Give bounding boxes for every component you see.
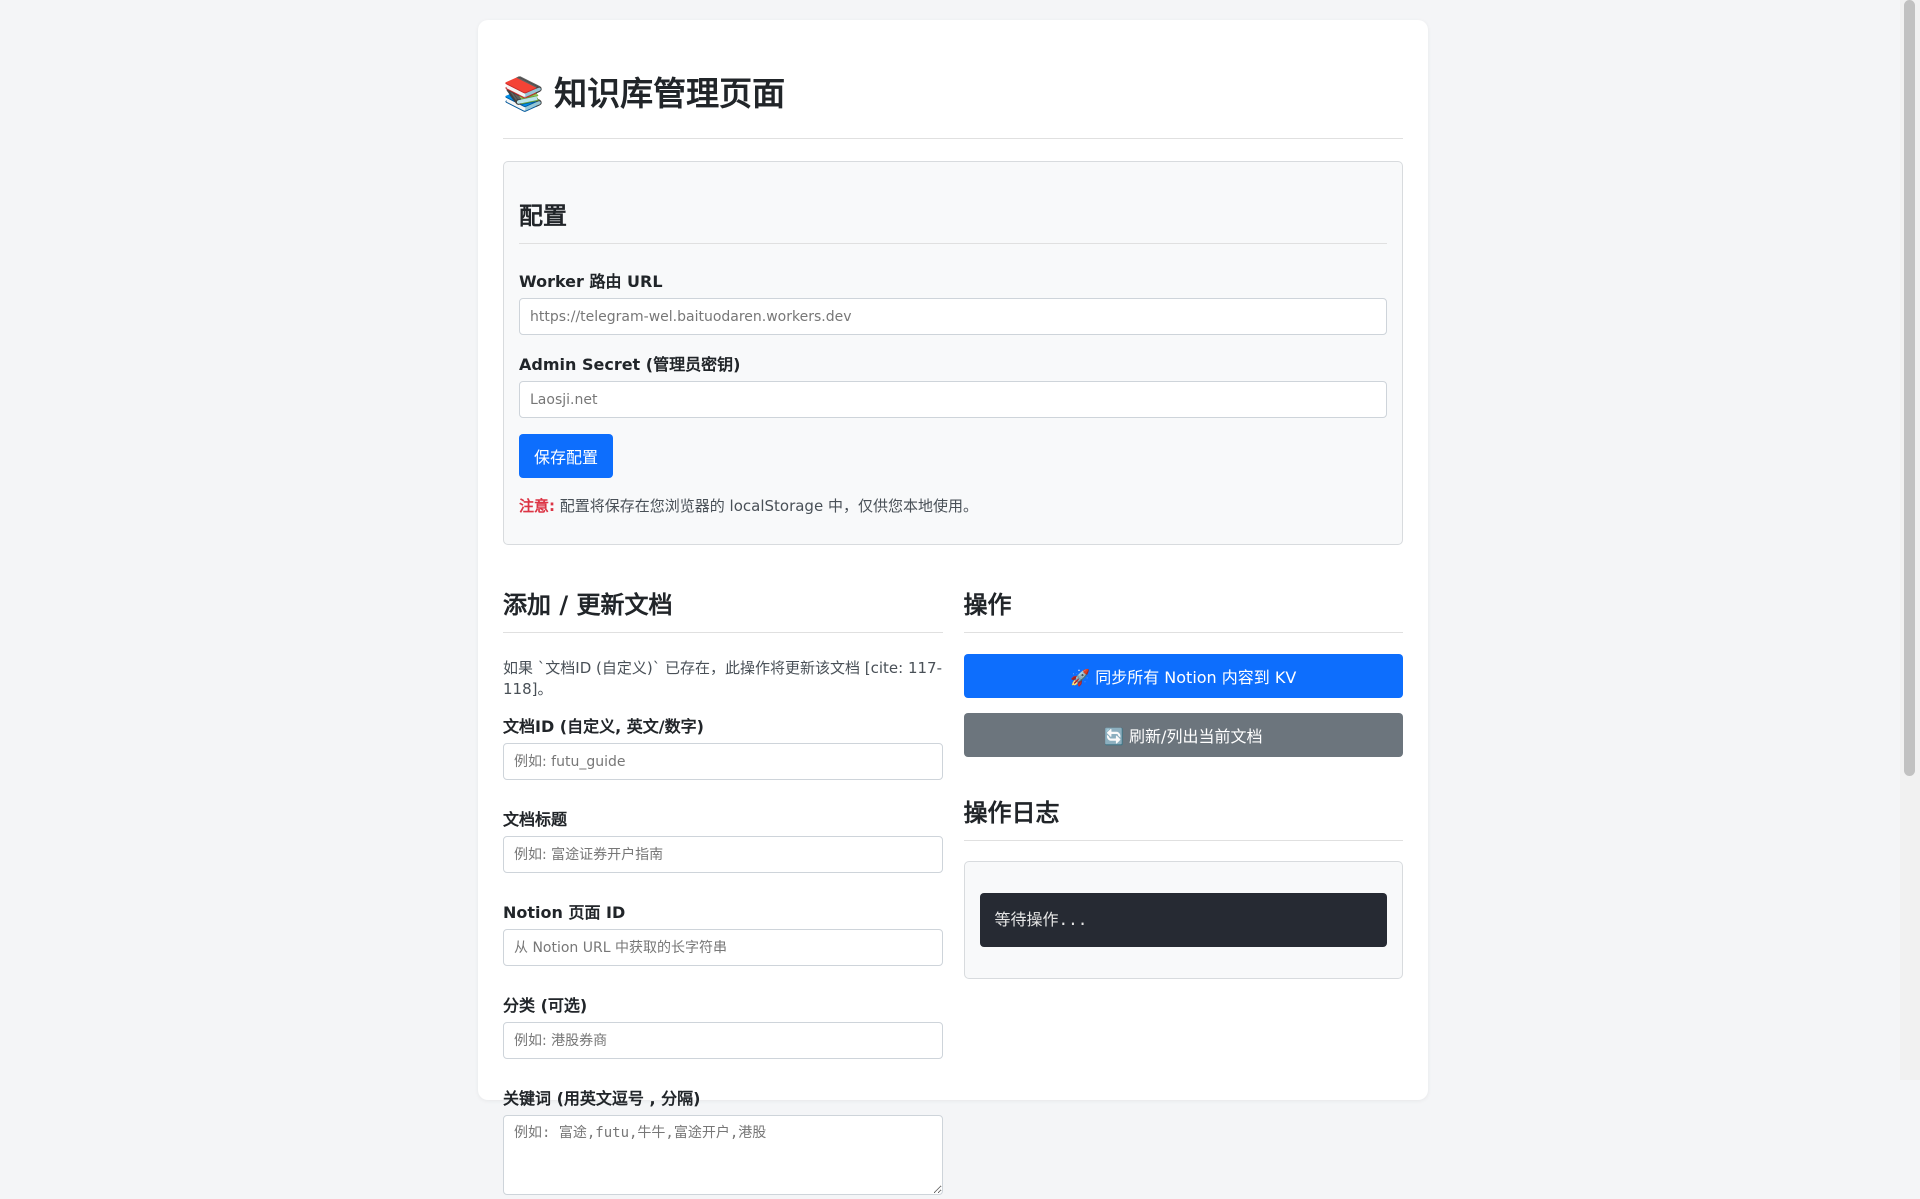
config-note: 注意: 配置将保存在您浏览器的 localStorage 中，仅供您本地使用。 xyxy=(519,495,1387,516)
worker-url-input[interactable] xyxy=(519,298,1387,335)
keywords-textarea[interactable] xyxy=(503,1115,943,1195)
scrollbar-thumb[interactable] xyxy=(1904,0,1915,776)
page-title: 📚 知识库管理页面 xyxy=(503,68,1403,120)
log-panel: 等待操作... xyxy=(963,861,1403,979)
config-panel: 配置 Worker 路由 URL Admin Secret (管理员密钥) 保存… xyxy=(503,161,1403,545)
note-label: 注意: xyxy=(519,497,555,515)
admin-secret-input[interactable] xyxy=(519,381,1387,418)
doc-form-description: 如果 `文档ID (自定义)` 已存在，此操作将更新该文档 [cite: 117… xyxy=(503,659,942,698)
log-output: 等待操作... xyxy=(979,893,1387,947)
save-config-button[interactable]: 保存配置 xyxy=(519,434,614,478)
keywords-label: 关键词 (用英文逗号 , 分隔) xyxy=(503,1089,701,1108)
refresh-docs-button[interactable]: 🔄 刷新/列出当前文档 xyxy=(963,713,1403,757)
doc-form-column: 添加 / 更新文档 如果 `文档ID (自定义)` 已存在，此操作将更新该文档 … xyxy=(503,585,943,1199)
doc-form-heading: 添加 / 更新文档 xyxy=(503,585,943,633)
doc-id-input[interactable] xyxy=(503,743,943,780)
config-heading: 配置 xyxy=(519,196,1387,244)
actions-column: 操作 🚀 同步所有 Notion 内容到 KV 🔄 刷新/列出当前文档 操作日志… xyxy=(963,585,1403,1199)
log-heading: 操作日志 xyxy=(963,793,1403,841)
page-scrollbar[interactable] xyxy=(1900,0,1920,1080)
actions-heading: 操作 xyxy=(963,585,1403,633)
admin-secret-label: Admin Secret (管理员密钥) xyxy=(519,355,741,374)
page-title-text: 知识库管理页面 xyxy=(554,74,786,113)
doc-title-label: 文档标题 xyxy=(503,810,568,829)
title-divider xyxy=(503,138,1403,139)
note-text: 配置将保存在您浏览器的 localStorage 中，仅供您本地使用。 xyxy=(555,497,978,515)
main-card: 📚 知识库管理页面 配置 Worker 路由 URL Admin Secret … xyxy=(478,20,1428,1195)
sync-notion-button[interactable]: 🚀 同步所有 Notion 内容到 KV xyxy=(963,654,1403,698)
doc-title-input[interactable] xyxy=(503,836,943,873)
category-label: 分类 (可选) xyxy=(503,996,588,1015)
books-icon: 📚 xyxy=(503,74,545,113)
category-input[interactable] xyxy=(503,1022,943,1059)
worker-url-label: Worker 路由 URL xyxy=(519,272,663,291)
content-columns: 添加 / 更新文档 如果 `文档ID (自定义)` 已存在，此操作将更新该文档 … xyxy=(503,585,1403,1199)
notion-id-label: Notion 页面 ID xyxy=(503,903,626,922)
notion-id-input[interactable] xyxy=(503,929,943,966)
doc-id-label: 文档ID (自定义, 英文/数字) xyxy=(503,717,704,736)
